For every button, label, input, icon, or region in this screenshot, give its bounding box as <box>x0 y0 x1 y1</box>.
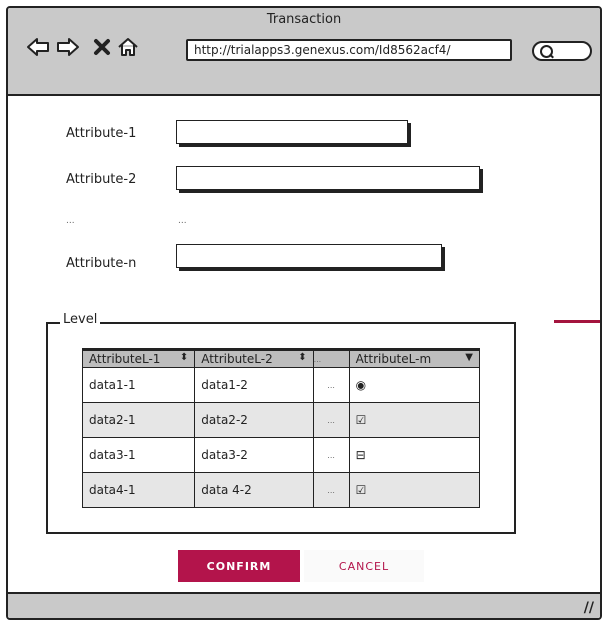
sort-icon[interactable]: ⬍ <box>180 352 188 363</box>
back-button[interactable] <box>24 34 52 60</box>
confirm-button[interactable]: CONFIRM <box>178 550 300 582</box>
level-title: Level <box>60 312 101 327</box>
checkbox-checked-icon[interactable]: ☑ <box>348 402 481 438</box>
attribute-n-input[interactable] <box>176 244 442 268</box>
back-arrow-icon <box>27 38 49 56</box>
attribute-2-input[interactable] <box>176 166 480 190</box>
cell: data2-1 <box>81 402 196 438</box>
column-header-attributel-2[interactable]: AttributeL-2 ⬍ <box>194 348 314 368</box>
column-header-ellipsis: ... <box>312 348 350 368</box>
forward-arrow-icon <box>57 38 79 56</box>
table-row[interactable]: data4-1 data 4-2 ... ☑ <box>81 472 481 508</box>
column-header-label: AttributeL-2 <box>201 352 273 366</box>
attribute-n-label: Attribute-n <box>66 256 137 271</box>
table-row[interactable]: data3-1 data3-2 ... ⊟ <box>81 437 481 473</box>
column-header-label: AttributeL-m <box>355 352 432 366</box>
column-header-attributel-1[interactable]: AttributeL-1 ⬍ <box>81 348 196 368</box>
checkbox-indeterminate-icon[interactable]: ⊟ <box>348 437 481 473</box>
search-icon <box>540 45 553 58</box>
cell: ... <box>312 367 350 403</box>
home-button[interactable] <box>114 34 142 60</box>
address-bar[interactable]: http://trialapps3.genexus.com/Id8562acf4… <box>186 39 512 61</box>
cell: data3-2 <box>194 437 314 473</box>
stop-button[interactable] <box>88 34 116 60</box>
home-icon <box>118 38 138 56</box>
level-grid: AttributeL-1 ⬍ AttributeL-2 ⬍ ... Attrib… <box>81 348 481 508</box>
forward-button[interactable] <box>54 34 82 60</box>
browser-window: Transaction http://trialapps3.genexus.co… <box>6 6 602 620</box>
cell: data4-1 <box>81 472 196 508</box>
column-header-attributel-m[interactable]: AttributeL-m ▼ <box>348 348 481 368</box>
checkbox-checked-icon[interactable]: ☑ <box>348 472 481 508</box>
window-title: Transaction <box>266 12 342 27</box>
column-header-label: AttributeL-1 <box>89 352 161 366</box>
accent-divider <box>554 320 600 323</box>
status-bar: // <box>8 592 600 618</box>
resize-grip-icon[interactable]: // <box>584 600 594 616</box>
close-icon <box>94 39 110 55</box>
cancel-button[interactable]: CANCEL <box>304 550 424 582</box>
attribute-1-label: Attribute-1 <box>66 126 137 141</box>
cell: data3-1 <box>81 437 196 473</box>
attribute-2-label: Attribute-2 <box>66 172 137 187</box>
ellipsis-label: ... <box>66 216 75 226</box>
cell: data 4-2 <box>194 472 314 508</box>
cell: ... <box>312 472 350 508</box>
table-row[interactable]: data1-1 data1-2 ... ◉ <box>81 367 481 403</box>
grid-header-row: AttributeL-1 ⬍ AttributeL-2 ⬍ ... Attrib… <box>81 348 481 368</box>
cell: data1-2 <box>194 367 314 403</box>
browser-toolbar: Transaction http://trialapps3.genexus.co… <box>8 8 600 96</box>
cell: data2-2 <box>194 402 314 438</box>
cell: data1-1 <box>81 367 196 403</box>
dropdown-arrow-icon[interactable]: ▼ <box>465 352 473 363</box>
attribute-1-input[interactable] <box>176 120 408 144</box>
search-field[interactable] <box>532 41 592 61</box>
sort-icon[interactable]: ⬍ <box>298 352 306 363</box>
cell: ... <box>312 402 350 438</box>
cell: ... <box>312 437 350 473</box>
radio-icon[interactable]: ◉ <box>348 367 481 403</box>
ellipsis-field: ... <box>178 216 187 226</box>
table-row[interactable]: data2-1 data2-2 ... ☑ <box>81 402 481 438</box>
